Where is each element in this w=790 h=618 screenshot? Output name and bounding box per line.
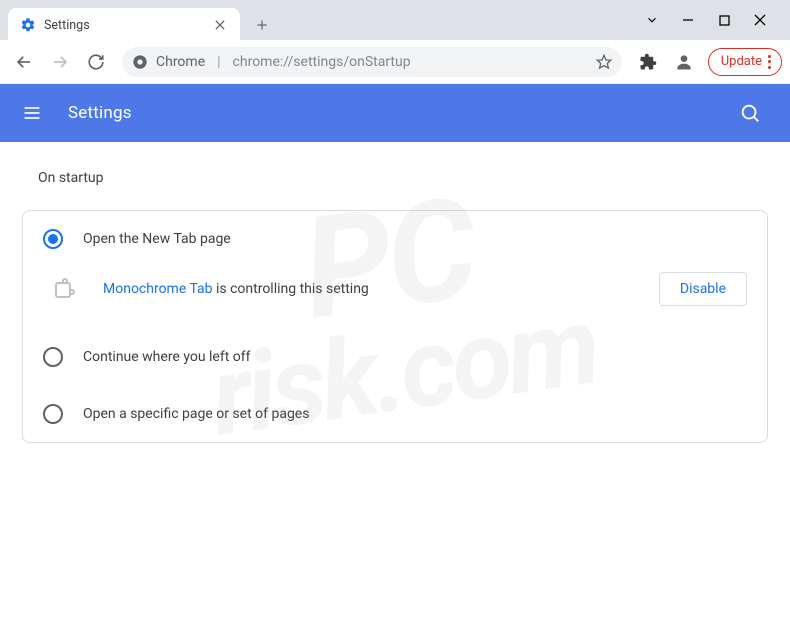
new-tab-button[interactable]: [248, 11, 276, 39]
radio-option-continue[interactable]: Continue where you left off: [23, 329, 767, 385]
disable-button[interactable]: Disable: [659, 272, 747, 306]
on-startup-card: Open the New Tab page Monochrome Tab is …: [22, 210, 768, 443]
window-minimize[interactable]: [670, 5, 706, 35]
menu-button[interactable]: [20, 101, 44, 125]
address-bar[interactable]: Chrome | chrome://settings/onStartup: [122, 47, 622, 77]
close-icon[interactable]: [212, 17, 228, 33]
window-close[interactable]: [742, 5, 778, 35]
extensions-icon[interactable]: [632, 46, 664, 78]
extension-notice-row: Monochrome Tab is controlling this setti…: [23, 267, 767, 329]
radio-label: Continue where you left off: [83, 349, 251, 365]
search-button[interactable]: [730, 93, 770, 133]
back-button[interactable]: [8, 46, 40, 78]
extension-link[interactable]: Monochrome Tab: [103, 281, 213, 297]
extension-puzzle-icon: [47, 271, 83, 307]
omnibox-separator: |: [217, 54, 220, 70]
settings-header: Settings: [0, 84, 790, 142]
tab-title: Settings: [44, 18, 204, 33]
radio-icon: [43, 347, 63, 367]
window-dropdown[interactable]: [634, 5, 670, 35]
extension-notice-rest: is controlling this setting: [213, 281, 369, 297]
omnibox-url: chrome://settings/onStartup: [233, 54, 411, 70]
page-title: Settings: [68, 103, 132, 123]
omnibox-prefix: Chrome: [156, 54, 205, 70]
forward-button[interactable]: [44, 46, 76, 78]
tab-strip: Settings: [8, 8, 276, 42]
update-button[interactable]: Update: [708, 48, 782, 76]
window-maximize[interactable]: [706, 5, 742, 35]
radio-option-specific-pages[interactable]: Open a specific page or set of pages: [23, 385, 767, 442]
radio-label: Open the New Tab page: [83, 231, 231, 247]
chrome-icon: [132, 54, 148, 70]
radio-option-new-tab[interactable]: Open the New Tab page: [23, 211, 767, 267]
profile-icon[interactable]: [668, 46, 700, 78]
settings-content: On startup Open the New Tab page Monochr…: [0, 142, 790, 471]
update-label: Update: [721, 54, 762, 69]
extension-notice-text: Monochrome Tab is controlling this setti…: [103, 281, 647, 297]
gear-icon: [20, 17, 36, 33]
bookmark-icon[interactable]: [596, 54, 612, 70]
radio-icon: [43, 404, 63, 424]
tab-settings[interactable]: Settings: [8, 8, 240, 42]
radio-label: Open a specific page or set of pages: [83, 406, 309, 422]
menu-dots-icon: [768, 55, 771, 69]
radio-icon: [43, 229, 63, 249]
reload-button[interactable]: [80, 46, 112, 78]
section-title: On startup: [22, 170, 768, 186]
browser-toolbar: Chrome | chrome://settings/onStartup Upd…: [0, 40, 790, 84]
